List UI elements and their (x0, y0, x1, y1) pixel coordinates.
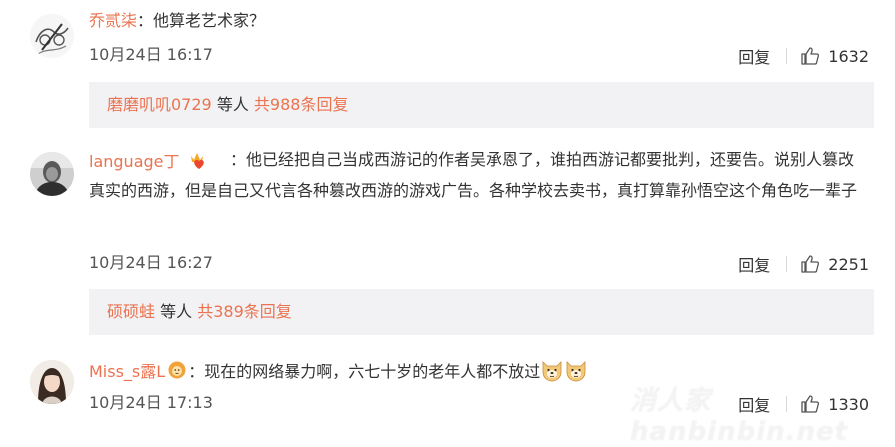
doge-emoji-icon (540, 358, 564, 387)
sketch-avatar-icon (30, 14, 74, 58)
comment-text: ：现在的网络暴力啊，六七十岁的老年人都不放过 (188, 362, 541, 381)
comment-text-line: Miss_s露L ：现在的网络暴力啊，六七十岁的老年人都不放过 (89, 358, 588, 387)
like-button[interactable]: 2251 (800, 254, 869, 274)
divider (786, 48, 788, 64)
reply-thread-summary[interactable]: 硕硕蛙 等人 共389条回复 (89, 289, 874, 335)
avatar[interactable] (30, 360, 74, 404)
timestamp: 10月24日 16:17 (89, 45, 213, 64)
timestamp: 10月24日 17:13 (89, 393, 213, 412)
like-button[interactable]: 1632 (800, 46, 869, 66)
username-link[interactable]: Miss_s露L (89, 362, 165, 381)
comment-actions: 回复 1632 (738, 44, 869, 68)
doge-emoji-icon (564, 358, 588, 387)
like-count: 2251 (828, 254, 869, 274)
reply-button[interactable]: 回复 (738, 44, 770, 68)
reply-thread-count[interactable]: 共389条回复 (197, 302, 292, 321)
divider (786, 256, 788, 272)
reply-thread-user[interactable]: 磨磨叽叽0729 (107, 95, 212, 114)
reply-thread-user[interactable]: 硕硕蛙 (107, 302, 155, 321)
comment-actions: 回复 2251 (738, 252, 869, 276)
reply-thread-summary[interactable]: 磨磨叽叽0729 等人 共988条回复 (89, 82, 874, 128)
reply-thread-count[interactable]: 共988条回复 (254, 95, 349, 114)
comment-text: ：他算老艺术家？ (137, 11, 266, 30)
avatar[interactable] (30, 14, 74, 58)
like-count: 1632 (828, 46, 869, 66)
username-link[interactable]: 乔贰柒 (89, 11, 137, 30)
grayscale-portrait-avatar-icon (30, 152, 74, 196)
timestamp: 10月24日 16:27 (89, 253, 213, 272)
comment-text: ：他已经把自己当成西游记的作者吴承恩了，谁拍西游记都要批判，还要告。说别人篡改真… (89, 150, 858, 200)
watermark: 消人家hanbinbin.net (630, 386, 849, 447)
girl-portrait-avatar-icon (30, 360, 74, 404)
thumbs-up-icon (801, 255, 820, 273)
thumbs-up-icon (801, 47, 820, 65)
reply-thread-mid: 等人 (155, 302, 198, 321)
comment-text-line: 乔贰柒：他算老艺术家？ (89, 11, 265, 31)
lion-badge-icon (168, 361, 186, 384)
reply-thread-mid: 等人 (211, 95, 254, 114)
reply-button[interactable]: 回复 (738, 252, 770, 276)
avatar[interactable] (30, 152, 74, 196)
